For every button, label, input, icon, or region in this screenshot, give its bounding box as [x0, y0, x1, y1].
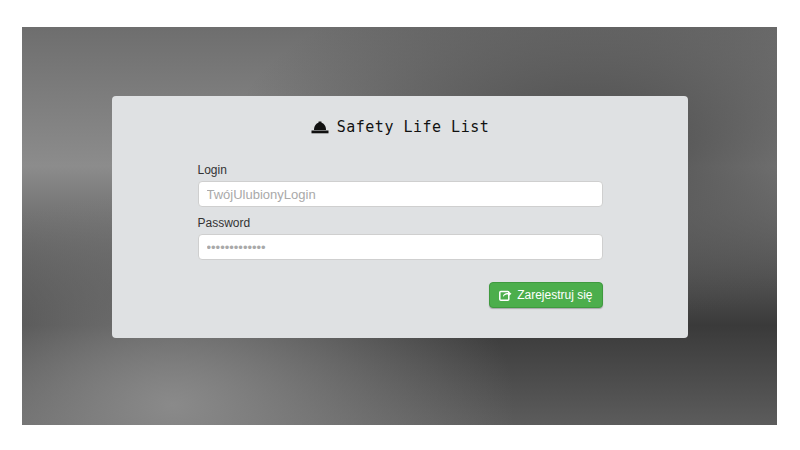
form-field: Password	[198, 215, 603, 260]
button-label: Zarejestruj się	[517, 288, 592, 302]
text-input[interactable]	[198, 234, 603, 260]
login-form: Login Password Zarejestruj się	[198, 162, 603, 308]
card-title: Safety Life List	[198, 116, 603, 138]
text-input[interactable]	[198, 181, 603, 207]
background-photo: Safety Life List Login Password Zarejestruj…	[22, 27, 777, 425]
field-label: Login	[198, 162, 603, 178]
field-label: Password	[198, 215, 603, 231]
page: Safety Life List Login Password Zarejestruj…	[0, 0, 800, 450]
helmet-icon	[311, 121, 329, 134]
register-button[interactable]: Zarejestruj się	[489, 282, 602, 308]
login-card: Safety Life List Login Password Zarejestruj…	[112, 96, 688, 338]
share-icon	[499, 289, 512, 301]
form-actions: Zarejestruj się	[198, 282, 603, 308]
form-field: Login	[198, 162, 603, 207]
title-text: Safety Life List	[337, 118, 490, 136]
